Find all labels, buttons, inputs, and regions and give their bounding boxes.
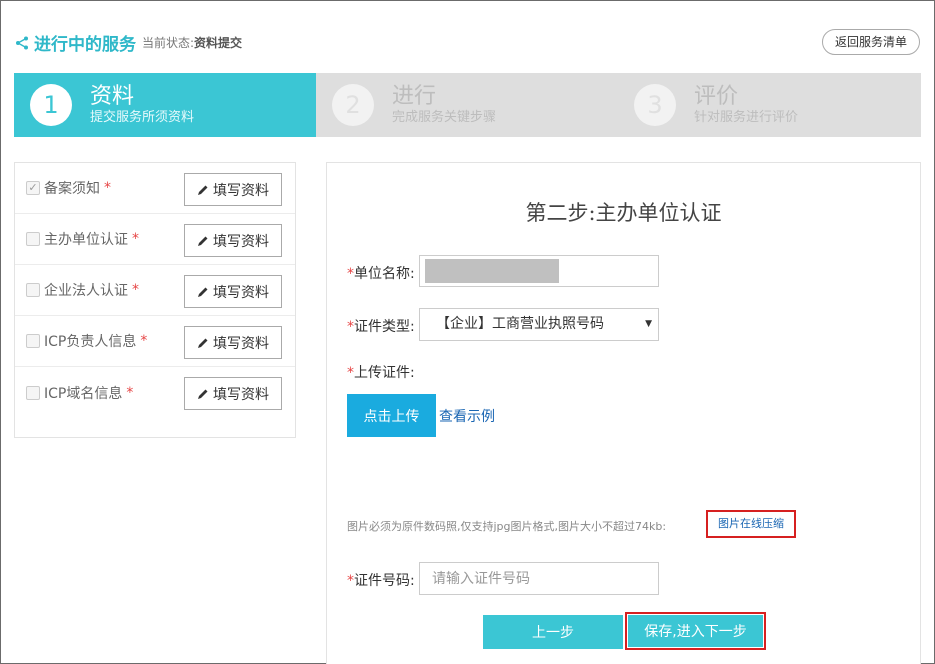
step-title: 资料 xyxy=(90,83,135,109)
organizer-auth-form: 第二步:主办单位认证 *单位名称: *证件类型: 【企业】工商营业执照号码 ▼ … xyxy=(326,162,921,664)
pencil-icon xyxy=(198,185,208,195)
unit-name-label: *单位名称: xyxy=(347,266,415,282)
pencil-icon xyxy=(198,236,208,246)
step-1: 1 资料 提交服务所须资料 xyxy=(14,73,316,137)
fill-info-label: 填写资料 xyxy=(213,233,269,250)
step-subtitle: 针对服务进行评价 xyxy=(694,109,799,125)
required-mark: * xyxy=(132,282,139,298)
prev-step-button[interactable]: 上一步 xyxy=(483,615,623,649)
fill-info-button[interactable]: 填写资料 xyxy=(184,173,282,206)
cert-type-value: 【企业】工商营业执照号码 xyxy=(436,316,604,332)
pencil-icon xyxy=(198,338,208,348)
item-label: 备案须知 xyxy=(44,181,100,197)
cert-type-select[interactable]: 【企业】工商营业执照号码 ▼ xyxy=(419,308,659,341)
checkbox[interactable] xyxy=(26,334,40,348)
status-value: 资料提交 xyxy=(194,36,243,50)
online-compress-link[interactable]: 图片在线压缩 xyxy=(706,510,796,538)
pencil-icon xyxy=(198,389,208,399)
required-mark: * xyxy=(104,180,111,196)
step-number: 1 xyxy=(30,84,72,126)
required-mark: * xyxy=(126,384,134,401)
fill-info-button[interactable]: 填写资料 xyxy=(184,377,282,410)
list-item-icp-owner-info: ICP负责人信息 * 填写资料 xyxy=(15,316,295,367)
upload-button[interactable]: 点击上传 xyxy=(347,394,436,437)
requirement-list: ✓ 备案须知 * 填写资料 主办单位认证 * 填写资料 企业法人认证 * 填写资… xyxy=(14,162,296,438)
checkbox[interactable] xyxy=(26,232,40,246)
share-icon xyxy=(16,36,28,49)
item-label: ICP负责人信息 xyxy=(44,334,137,350)
caret-down-icon: ▼ xyxy=(645,319,652,329)
step-subtitle: 完成服务关键步骤 xyxy=(392,109,497,125)
upload-hint: 图片必须为原件数码照,仅支持jpg图片格式,图片大小不超过74kb: xyxy=(347,520,667,533)
fill-info-button[interactable]: 填写资料 xyxy=(184,275,282,308)
fill-info-label: 填写资料 xyxy=(213,335,269,352)
fill-info-button[interactable]: 填写资料 xyxy=(184,326,282,359)
status-label: 当前状态: xyxy=(142,36,195,50)
list-item-icp-domain-info: ICP域名信息 * 填写资料 xyxy=(15,367,295,418)
cert-number-input[interactable] xyxy=(419,562,659,595)
page-title: 进行中的服务 xyxy=(34,35,136,55)
step-title: 评价 xyxy=(694,83,739,109)
page-header: 进行中的服务 当前状态: 资料提交 xyxy=(14,30,242,55)
fill-info-label: 填写资料 xyxy=(213,386,269,403)
step-number: 3 xyxy=(634,84,676,126)
upload-label: *上传证件: xyxy=(347,365,415,381)
save-next-label: 保存,进入下一步 xyxy=(628,615,763,647)
list-item-filing-notice: ✓ 备案须知 * 填写资料 xyxy=(15,163,295,214)
step-subtitle: 提交服务所须资料 xyxy=(90,109,195,125)
cert-type-label: *证件类型: xyxy=(347,319,415,335)
item-label: 企业法人认证 xyxy=(44,283,128,299)
redacted-value xyxy=(425,259,559,283)
progress-steps: 1 资料 提交服务所须资料 2 进行 完成服务关键步骤 3 评价 针对服务进行评… xyxy=(14,73,921,137)
form-title: 第二步:主办单位认证 xyxy=(525,201,722,225)
required-mark: * xyxy=(140,333,148,349)
checkbox[interactable] xyxy=(26,385,40,400)
step-number: 2 xyxy=(332,84,374,126)
view-example-link[interactable]: 查看示例 xyxy=(439,406,495,426)
step-3: 3 评价 针对服务进行评价 xyxy=(618,73,921,137)
item-label: ICP域名信息 xyxy=(44,385,123,402)
list-item-legal-person-auth: 企业法人认证 * 填写资料 xyxy=(15,265,295,316)
list-item-organizer-auth: 主办单位认证 * 填写资料 xyxy=(15,214,295,265)
checkbox[interactable] xyxy=(26,283,40,297)
fill-info-label: 填写资料 xyxy=(213,284,269,301)
unit-name-field[interactable] xyxy=(419,255,659,287)
fill-info-button[interactable]: 填写资料 xyxy=(184,224,282,257)
cert-number-label: *证件号码: xyxy=(347,573,415,589)
checkbox[interactable]: ✓ xyxy=(26,181,40,195)
pencil-icon xyxy=(198,287,208,297)
step-title: 进行 xyxy=(392,83,437,109)
step-2: 2 进行 完成服务关键步骤 xyxy=(316,73,618,137)
required-mark: * xyxy=(132,231,139,247)
save-next-button[interactable]: 保存,进入下一步 xyxy=(625,612,766,650)
back-to-service-list-button[interactable]: 返回服务清单 xyxy=(822,29,920,55)
fill-info-label: 填写资料 xyxy=(213,182,269,199)
item-label: 主办单位认证 xyxy=(44,232,128,248)
